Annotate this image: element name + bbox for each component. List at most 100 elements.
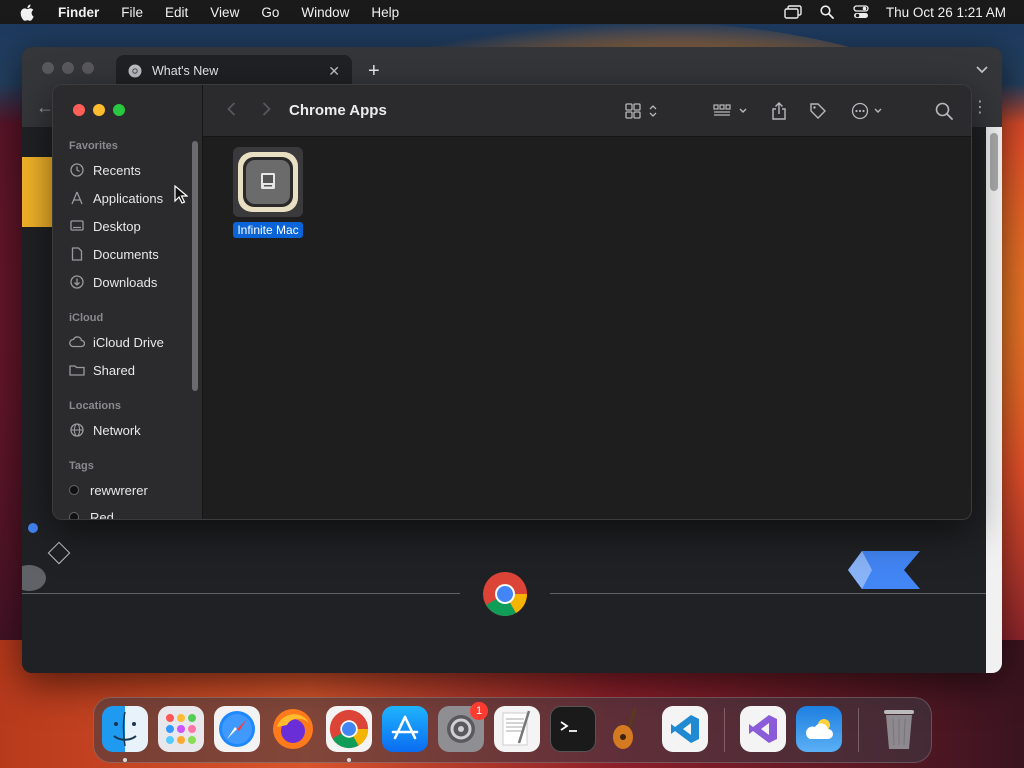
menu-view[interactable]: View <box>210 5 239 20</box>
finder-sidebar: Favorites Recents Applications Desktop D… <box>53 85 203 519</box>
menu-go[interactable]: Go <box>261 5 279 20</box>
screen-mirroring-icon[interactable] <box>776 0 810 24</box>
sidebar-item-label: Shared <box>93 362 135 378</box>
close-tab-icon[interactable]: ✕ <box>328 63 340 80</box>
sidebar-item-recents[interactable]: Recents <box>69 159 141 181</box>
shared-folder-icon <box>69 362 85 378</box>
finder-file-area[interactable]: Infinite Mac <box>203 137 971 519</box>
apple-menu-icon[interactable] <box>18 3 36 21</box>
menu-bar-status-area: Thu Oct 26 1:21 AM <box>776 0 1024 24</box>
menu-window[interactable]: Window <box>301 5 349 20</box>
dock-weather-icon[interactable] <box>796 706 842 752</box>
dock-firefox-icon[interactable] <box>270 706 316 752</box>
file-thumbnail <box>233 147 303 217</box>
search-icon[interactable] <box>935 99 953 123</box>
dock-visual-studio-icon[interactable] <box>740 706 786 752</box>
sidebar-item-desktop[interactable]: Desktop <box>69 215 141 237</box>
file-name-label[interactable]: Infinite Mac <box>233 222 303 238</box>
dock-terminal-icon[interactable] <box>550 706 596 752</box>
clock-icon <box>69 162 85 178</box>
app-icon <box>238 152 298 212</box>
running-indicator <box>123 758 127 762</box>
dock-textedit-icon[interactable] <box>494 706 540 752</box>
sidebar-tag-rewwrerer[interactable]: rewwrerer <box>66 479 148 501</box>
sidebar-item-label: Downloads <box>93 274 158 290</box>
sidebar-item-label: iCloud Drive <box>93 334 164 350</box>
sidebar-heading-locations: Locations <box>69 400 121 412</box>
menu-app-finder[interactable]: Finder <box>58 5 99 20</box>
dock-finder-icon[interactable] <box>102 706 148 752</box>
sidebar-scrollbar[interactable] <box>192 141 198 391</box>
finder-zoom-button[interactable] <box>113 104 125 116</box>
sidebar-heading-tags: Tags <box>69 460 94 472</box>
menu-help[interactable]: Help <box>371 5 399 20</box>
view-mode-icon-grid[interactable] <box>625 99 659 123</box>
chrome-page-scrollbar[interactable] <box>986 127 1002 673</box>
chrome-logo-icon <box>482 571 528 617</box>
sidebar-item-network[interactable]: Network <box>69 419 141 441</box>
menu-edit[interactable]: Edit <box>165 5 188 20</box>
page-divider-left <box>22 593 460 594</box>
finder-window: Favorites Recents Applications Desktop D… <box>52 84 972 520</box>
download-icon <box>69 274 85 290</box>
share-icon[interactable] <box>771 99 787 123</box>
sidebar-item-downloads[interactable]: Downloads <box>69 271 157 293</box>
back-chevron-icon[interactable] <box>227 100 236 121</box>
finder-close-button[interactable] <box>73 104 85 116</box>
sidebar-item-label: Network <box>93 422 141 438</box>
dock-trash-icon[interactable] <box>876 706 922 752</box>
tag-icon[interactable] <box>809 99 827 123</box>
document-icon <box>69 246 85 262</box>
tag-color-dot <box>69 485 79 495</box>
chrome-minimize-button[interactable] <box>62 62 74 74</box>
control-center-icon[interactable] <box>844 0 878 24</box>
menu-bar-clock[interactable]: Thu Oct 26 1:21 AM <box>886 5 1006 20</box>
globe-icon <box>69 422 85 438</box>
page-divider-right <box>550 593 986 594</box>
running-indicator <box>347 758 351 762</box>
sidebar-item-icloud-drive[interactable]: iCloud Drive <box>69 331 164 353</box>
dock-app-store-icon[interactable] <box>382 706 428 752</box>
page-decoration-strip <box>22 157 52 227</box>
notification-badge: 1 <box>470 702 488 720</box>
file-item-infinite-mac[interactable]: Infinite Mac <box>231 147 305 238</box>
forward-chevron-icon[interactable] <box>262 100 271 121</box>
applications-icon <box>69 190 85 206</box>
finder-window-title: Chrome Apps <box>289 102 387 119</box>
chrome-close-button[interactable] <box>42 62 54 74</box>
sidebar-item-label: Recents <box>93 162 141 178</box>
dock-garageband-icon[interactable] <box>606 706 652 752</box>
app-icon-screen <box>246 160 290 204</box>
dock-safari-icon[interactable] <box>214 706 260 752</box>
chrome-zoom-button[interactable] <box>82 62 94 74</box>
dock-chrome-icon[interactable] <box>326 706 372 752</box>
sidebar-heading-favorites: Favorites <box>69 140 118 152</box>
dock-vscode-icon[interactable] <box>662 706 708 752</box>
chrome-tab-whats-new[interactable]: What's New ✕ <box>116 55 352 87</box>
new-tab-icon[interactable]: + <box>368 61 380 81</box>
desktop-icon <box>69 218 85 234</box>
chrome-scrollbar-thumb[interactable] <box>990 133 998 191</box>
sidebar-heading-icloud: iCloud <box>69 312 104 324</box>
group-by-icon[interactable] <box>713 99 749 123</box>
sidebar-item-documents[interactable]: Documents <box>69 243 159 265</box>
chrome-tab-title: What's New <box>152 64 219 78</box>
sidebar-item-label: Applications <box>93 190 164 206</box>
chrome-menu-icon[interactable]: ⋮ <box>972 97 988 117</box>
finder-minimize-button[interactable] <box>93 104 105 116</box>
sidebar-tag-red[interactable]: Red <box>66 506 114 519</box>
page-decoration-dot <box>28 523 38 533</box>
more-actions-icon[interactable] <box>851 99 887 123</box>
menu-bar: Finder File Edit View Go Window Help Thu… <box>0 0 1024 24</box>
finder-toolbar: Chrome Apps <box>203 85 971 137</box>
tab-search-chevron-icon[interactable] <box>976 63 988 77</box>
spotlight-search-icon[interactable] <box>810 0 844 24</box>
sidebar-item-label: rewwrerer <box>90 482 148 498</box>
sidebar-item-shared[interactable]: Shared <box>69 359 135 381</box>
sidebar-item-applications[interactable]: Applications <box>69 187 163 209</box>
sidebar-item-label: Documents <box>93 246 159 262</box>
dock-launchpad-icon[interactable] <box>158 706 204 752</box>
tag-color-dot <box>69 512 79 519</box>
dock-system-settings-icon[interactable]: 1 <box>438 702 488 752</box>
menu-file[interactable]: File <box>121 5 143 20</box>
